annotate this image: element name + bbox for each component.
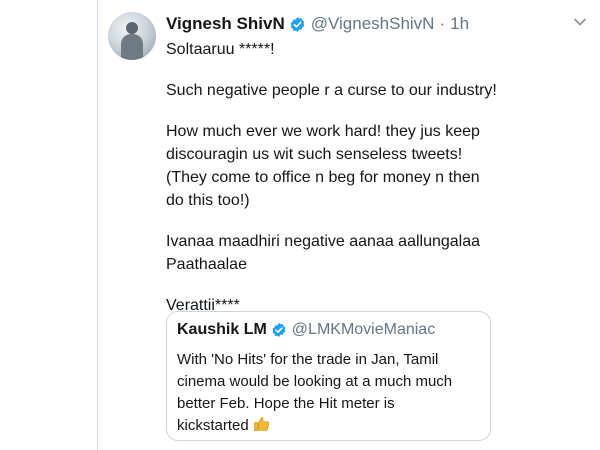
separator-dot: ·: [439, 14, 446, 33]
avatar-figure-body: [121, 34, 143, 60]
verified-badge-icon: [272, 323, 286, 337]
quoted-line: cinema would be looking at a much much: [177, 373, 453, 390]
tweet-card[interactable]: Vignesh ShivN @VigneshShivN · 1h Soltaar…: [97, 0, 600, 450]
tweet-line: How much ever we work hard! they jus kee…: [166, 123, 480, 140]
quoted-line: With 'No Hits' for the trade in Jan, Tam…: [177, 351, 439, 368]
quoted-tweet-text: With 'No Hits' for the trade in Jan, Tam…: [177, 349, 477, 437]
tweet-line: Such negative people r a curse to our in…: [166, 82, 497, 99]
verified-badge-icon: [290, 16, 304, 32]
quoted-line: better Feb. Hope the Hit meter is: [177, 395, 395, 412]
quoted-line-last: kickstarted: [177, 415, 477, 437]
quoted-author-name: Kaushik LM: [177, 321, 267, 338]
avatar[interactable]: [108, 12, 156, 60]
page: Vignesh ShivN @VigneshShivN · 1h Soltaar…: [0, 0, 600, 450]
timestamp[interactable]: 1h: [450, 14, 469, 34]
tweet-line: discouragin us wit such senseless tweets…: [166, 146, 463, 163]
quoted-tweet-header: Kaushik LM @LMKMovieManiac: [177, 321, 435, 339]
tweet-line: Ivanaa maadhiri negative aanaa aallungal…: [166, 233, 481, 250]
author-name[interactable]: Vignesh ShivN: [166, 14, 285, 34]
author-handle[interactable]: @VigneshShivN: [311, 14, 435, 34]
thumbs-up-icon: [253, 417, 269, 432]
tweet-line: Soltaaruu *****!: [166, 41, 275, 58]
quoted-line: kickstarted: [177, 417, 249, 434]
tweet-header: Vignesh ShivN @VigneshShivN · 1h: [166, 13, 469, 35]
tweet-line: (They come to office n beg for money n t…: [166, 169, 480, 186]
tweet-line: do this too!): [166, 192, 250, 209]
tweet-line: Paathaalae: [166, 256, 247, 273]
avatar-figure-head: [126, 22, 138, 34]
tweet-text: Soltaaruu *****! Such negative people r …: [166, 38, 586, 317]
chevron-down-icon[interactable]: [572, 14, 588, 30]
quoted-author-handle: @LMKMovieManiac: [291, 321, 436, 338]
quoted-tweet[interactable]: Kaushik LM @LMKMovieManiac With 'No Hits…: [166, 311, 491, 441]
